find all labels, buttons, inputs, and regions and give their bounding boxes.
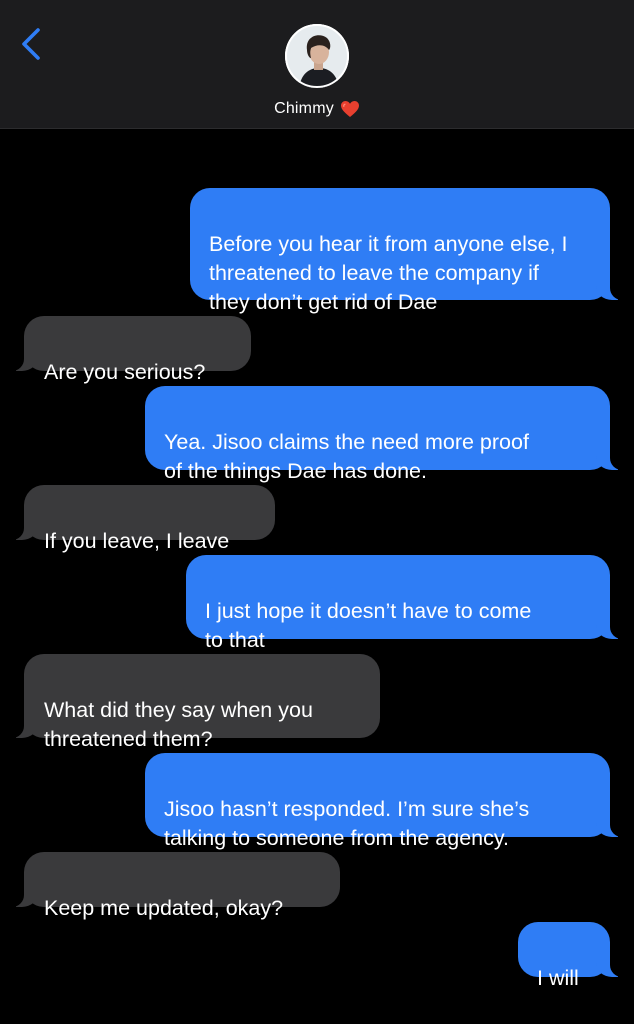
- contact-avatar[interactable]: [285, 24, 349, 88]
- message-text: Are you serious?: [44, 360, 206, 384]
- message-text: If you leave, I leave: [44, 529, 230, 553]
- message-bubble-sent[interactable]: Jisoo hasn’t responded. I’m sure she’s t…: [145, 753, 634, 850]
- contact-name: Chimmy: [274, 100, 334, 117]
- message-bubble-sent[interactable]: I just hope it doesn’t have to come to t…: [186, 555, 634, 652]
- message-text: Yea. Jisoo claims the need more proof of…: [164, 430, 529, 483]
- message-bubble-received[interactable]: Are you serious?: [0, 316, 251, 384]
- message-bubble-sent[interactable]: Yea. Jisoo claims the need more proof of…: [145, 386, 634, 483]
- message-text: Keep me updated, okay?: [44, 896, 284, 920]
- message-text: Before you hear it from anyone else, I t…: [209, 232, 568, 314]
- messages-screen: Chimmy Before you hear it from anyone el…: [0, 0, 634, 1024]
- message-text: I will: [537, 966, 579, 990]
- message-bubble-received[interactable]: What did they say when you threatened th…: [0, 654, 380, 751]
- avatar-photo: [285, 24, 349, 88]
- back-button[interactable]: [14, 24, 50, 64]
- message-bubble-received[interactable]: If you leave, I leave: [0, 485, 275, 553]
- message-text: I just hope it doesn’t have to come to t…: [205, 599, 532, 652]
- message-text: What did they say when you threatened th…: [44, 698, 313, 751]
- chevron-left-icon: [22, 28, 40, 60]
- conversation-header: Chimmy: [0, 0, 634, 129]
- message-bubble-received[interactable]: Keep me updated, okay?: [0, 852, 340, 920]
- contact-info-button[interactable]: Chimmy: [0, 97, 634, 121]
- message-text: Jisoo hasn’t responded. I’m sure she’s t…: [164, 797, 530, 850]
- message-bubble-sent[interactable]: I will: [518, 922, 634, 990]
- red-heart-icon: [340, 100, 360, 118]
- message-bubble-sent[interactable]: Before you hear it from anyone else, I t…: [190, 188, 634, 314]
